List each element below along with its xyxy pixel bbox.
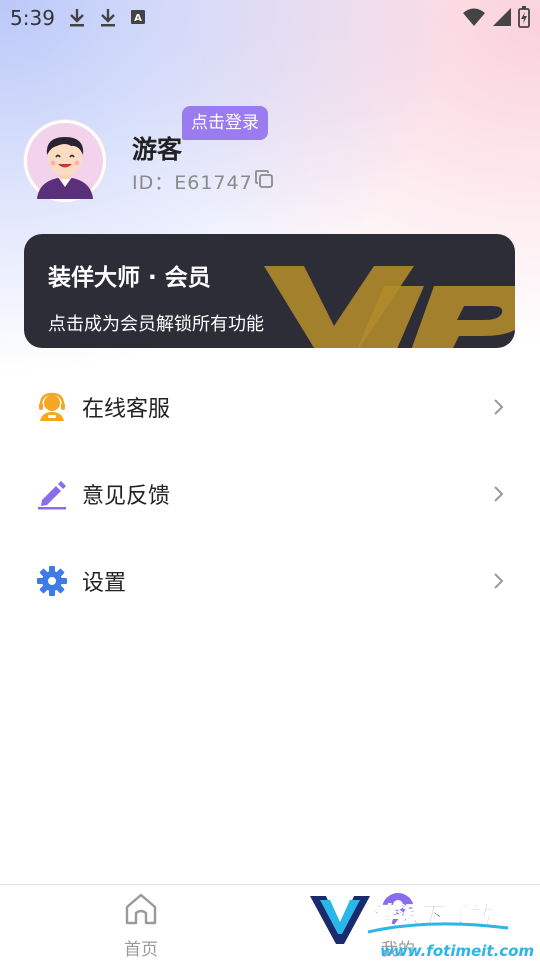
keyboard-a-icon: A (131, 10, 145, 24)
menu-item-settings[interactable]: 设置 (0, 546, 540, 616)
status-bar: 5:39 A (0, 0, 540, 36)
avatar[interactable] (24, 120, 106, 202)
chevron-right-icon (494, 573, 504, 589)
user-id: ID：E61747 (132, 172, 253, 194)
home-icon (125, 893, 157, 925)
login-button[interactable]: 点击登录 (182, 106, 268, 140)
tab-home[interactable]: 首页 (81, 885, 201, 961)
chevron-right-icon (494, 486, 504, 502)
menu-label: 在线客服 (82, 397, 171, 422)
signal-icon (493, 8, 511, 26)
tab-label: 首页 (124, 940, 158, 960)
menu-label: 意见反馈 (82, 484, 171, 509)
avatar-boy-icon (27, 123, 103, 199)
menu-item-customer-service[interactable]: 在线客服 (0, 372, 540, 442)
status-icons-left: A (68, 8, 146, 28)
menu-item-feedback[interactable]: 意见反馈 (0, 459, 540, 529)
vip-watermark-icon (264, 266, 515, 348)
battery-charging-icon (518, 6, 530, 28)
copy-icon[interactable] (254, 169, 274, 189)
status-time: 5:39 (10, 6, 55, 30)
status-icons-right (462, 6, 530, 28)
svg-text:A: A (134, 13, 142, 24)
vip-card[interactable]: 装佯大师 · 会员 点击成为会员解锁所有功能 (24, 234, 515, 348)
download-icon (70, 9, 84, 27)
watermark-line2: www.fotimeit.com (380, 942, 534, 960)
chevron-right-icon (494, 399, 504, 415)
feedback-edit-icon (38, 481, 66, 510)
wifi-icon (463, 8, 485, 26)
menu-label: 设置 (82, 571, 127, 596)
username: 游客 (132, 135, 183, 164)
vip-subtitle: 点击成为会员解锁所有功能 (48, 314, 264, 335)
vip-title: 装佯大师 · 会员 (48, 265, 211, 291)
site-watermark-logo: 清源下载站 www.fotimeit.com (310, 896, 534, 960)
download-icon (101, 9, 115, 27)
settings-gear-icon (37, 566, 67, 596)
customer-service-icon (39, 392, 65, 421)
